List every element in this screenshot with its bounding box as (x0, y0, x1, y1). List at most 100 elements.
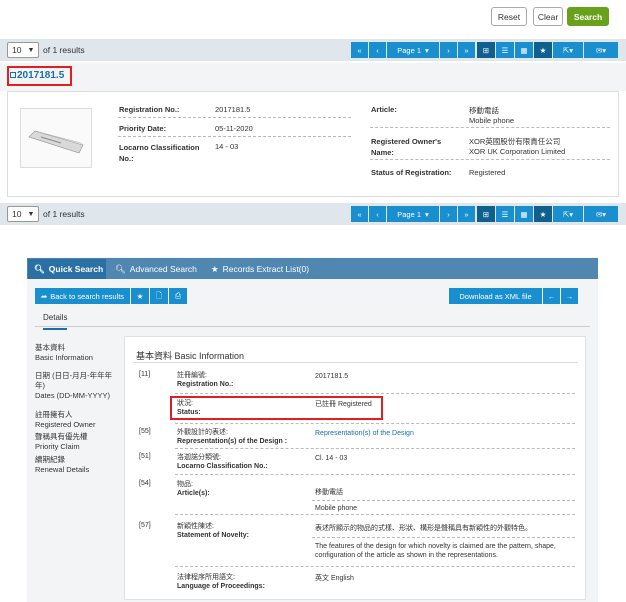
tab-advanced-search[interactable]: 🔍︎ Advanced Search (109, 259, 202, 279)
table-icon: ⊞ (482, 209, 490, 219)
table-icon: ⊞ (482, 45, 490, 55)
clear-button[interactable]: Clear (533, 7, 563, 26)
grid-icon: ▦ (520, 209, 528, 219)
page-size-select-bottom[interactable]: 10 ▼ (7, 206, 39, 222)
label-en: Article(s): (177, 490, 210, 497)
divider (118, 117, 351, 118)
value-novelty-zh: 表述所顯示的物品的式樣、形狀、構形是聲稱具有新穎性的外觀特色。 (315, 525, 532, 532)
email-button[interactable]: ✉▾ (584, 42, 618, 58)
label-en: Representation(s) of the Design : (177, 438, 288, 445)
tab-quick-search[interactable]: 🔍︎ Quick Search (28, 259, 106, 279)
label-language: 法律程序所用語文: Language of Proceedings: (177, 573, 265, 591)
chevron-down-icon: ▼ (27, 210, 35, 218)
last-page-button[interactable]: » (458, 206, 475, 222)
label-en: Language of Proceedings: (177, 583, 265, 590)
sidebar-en: Registered Owner (35, 420, 96, 429)
results-count: of 1 results (43, 45, 85, 55)
sidebar-item-renewal[interactable]: 續期紀錄 Renewal Details (35, 455, 115, 475)
code-11: [11] (139, 371, 151, 378)
prev-page-button[interactable]: ‹ (369, 206, 386, 222)
back-arrow-icon: ➦ (40, 291, 48, 301)
star-icon: ★ (539, 45, 547, 55)
search-button[interactable]: Search (567, 7, 609, 26)
first-page-button[interactable]: « (351, 206, 368, 222)
locarno-value: 14 - 03 (215, 142, 239, 151)
divider (175, 393, 575, 394)
label-novelty: 新穎性陳述: Statement of Novelty: (177, 522, 249, 540)
sidebar-en: Basic Information (35, 353, 93, 362)
last-page-button[interactable]: » (458, 42, 475, 58)
prev-page-button[interactable]: ‹ (369, 42, 386, 58)
next-page-button[interactable]: › (440, 206, 457, 222)
sidebar-en: Renewal Details (35, 465, 90, 474)
back-button[interactable]: ➦ Back to search results (35, 288, 130, 304)
list-icon: ☰ (501, 45, 509, 55)
sidebar-zh: 註冊擁有人 (35, 410, 73, 419)
document-icon: 🗋 (155, 290, 163, 300)
result-thumbnail[interactable] (20, 108, 92, 168)
page-size-select[interactable]: 10 ▼ (7, 42, 39, 58)
sidebar-item-basic-info[interactable]: 基本資料 Basic Information (35, 343, 115, 363)
representation-link[interactable]: Representation(s) of the Design (315, 429, 414, 438)
sidebar-item-owner[interactable]: 註冊擁有人 Registered Owner (35, 410, 115, 430)
double-chevron-right-icon: » (464, 45, 469, 55)
reset-button[interactable]: Reset (491, 7, 527, 26)
page-select[interactable]: Page 1 ▾ (387, 42, 439, 58)
label-zh: 新穎性陳述: (177, 523, 214, 530)
page-size-value: 10 (12, 45, 22, 55)
first-page-button[interactable]: « (351, 42, 368, 58)
label-en: Registration No.: (177, 381, 234, 388)
star-button[interactable]: ★ (131, 288, 149, 304)
result-id-link[interactable]: 2017181.5 (17, 70, 64, 81)
locarno-label: Locarno Classification No.: (119, 143, 200, 163)
export-icon: ⇱▾ (562, 45, 574, 55)
label-zh: 物品: (177, 481, 193, 488)
label-status: 狀況: Status: (177, 399, 201, 417)
chevron-down-icon: ▾ (425, 45, 429, 55)
tile-view-button[interactable]: ▦ (515, 42, 533, 58)
prev-button[interactable]: ← (543, 288, 560, 304)
page-select[interactable]: Page 1 ▾ (387, 206, 439, 222)
sidebar-zh: 續期紀錄 (35, 455, 65, 464)
favorite-button[interactable]: ★ (534, 42, 552, 58)
result-checkbox[interactable] (10, 72, 16, 78)
mail-icon: ✉▾ (595, 209, 607, 219)
back-label: Back to search results (50, 291, 125, 301)
tab-records-extract[interactable]: ★ Records Extract List(0) (205, 259, 317, 279)
email-button[interactable]: ✉▾ (584, 206, 618, 222)
favorite-button[interactable]: ★ (534, 206, 552, 222)
label-en: Locarno Classification No.: (177, 463, 268, 470)
divider (118, 136, 351, 137)
grid-view-button[interactable]: ⊞ (477, 42, 495, 58)
list-view-button[interactable]: ☰ (496, 42, 514, 58)
grid-view-button[interactable]: ⊞ (477, 206, 495, 222)
next-page-button[interactable]: › (440, 42, 457, 58)
sidebar-item-priority[interactable]: 聲稱具有優先權 Priority Claim (35, 432, 115, 452)
page-size-value: 10 (12, 209, 22, 219)
print-button[interactable]: ⎙ (169, 288, 187, 304)
star-icon: ★ (539, 209, 547, 219)
document-button[interactable]: 🗋 (150, 288, 168, 304)
search-icon: 🔍︎ (34, 263, 45, 274)
export-button[interactable]: ⇱▾ (553, 42, 583, 58)
download-xml-button[interactable]: Download as XML file (449, 288, 542, 304)
list-view-button[interactable]: ☰ (496, 206, 514, 222)
details-tab[interactable]: Details (43, 313, 68, 330)
next-button[interactable]: → (561, 288, 578, 304)
tile-view-button[interactable]: ▦ (515, 206, 533, 222)
label-zh: 狀況: (177, 400, 193, 407)
value-status: 已註冊 Registered (315, 401, 372, 408)
label-zh: 註冊編號: (177, 372, 207, 379)
status-label: Status of Registration: (371, 168, 452, 177)
export-button[interactable]: ⇱▾ (553, 206, 583, 222)
sidebar-zh: 日期 (日日-月月-年年年年) (35, 371, 113, 390)
value-locarno: Cl. 14 - 03 (315, 455, 348, 462)
print-icon: ⎙ (175, 291, 181, 300)
star-icon: ★ (136, 291, 144, 301)
tab-label: Quick Search (48, 264, 104, 274)
divider (175, 514, 575, 515)
arrow-left-icon: ← (547, 291, 556, 301)
sidebar-item-dates[interactable]: 日期 (日日-月月-年年年年) Dates (DD-MM-YYYY) (35, 371, 115, 401)
value-novelty-en: The features of the design for which nov… (315, 543, 556, 559)
code-54: [54] (139, 480, 151, 487)
